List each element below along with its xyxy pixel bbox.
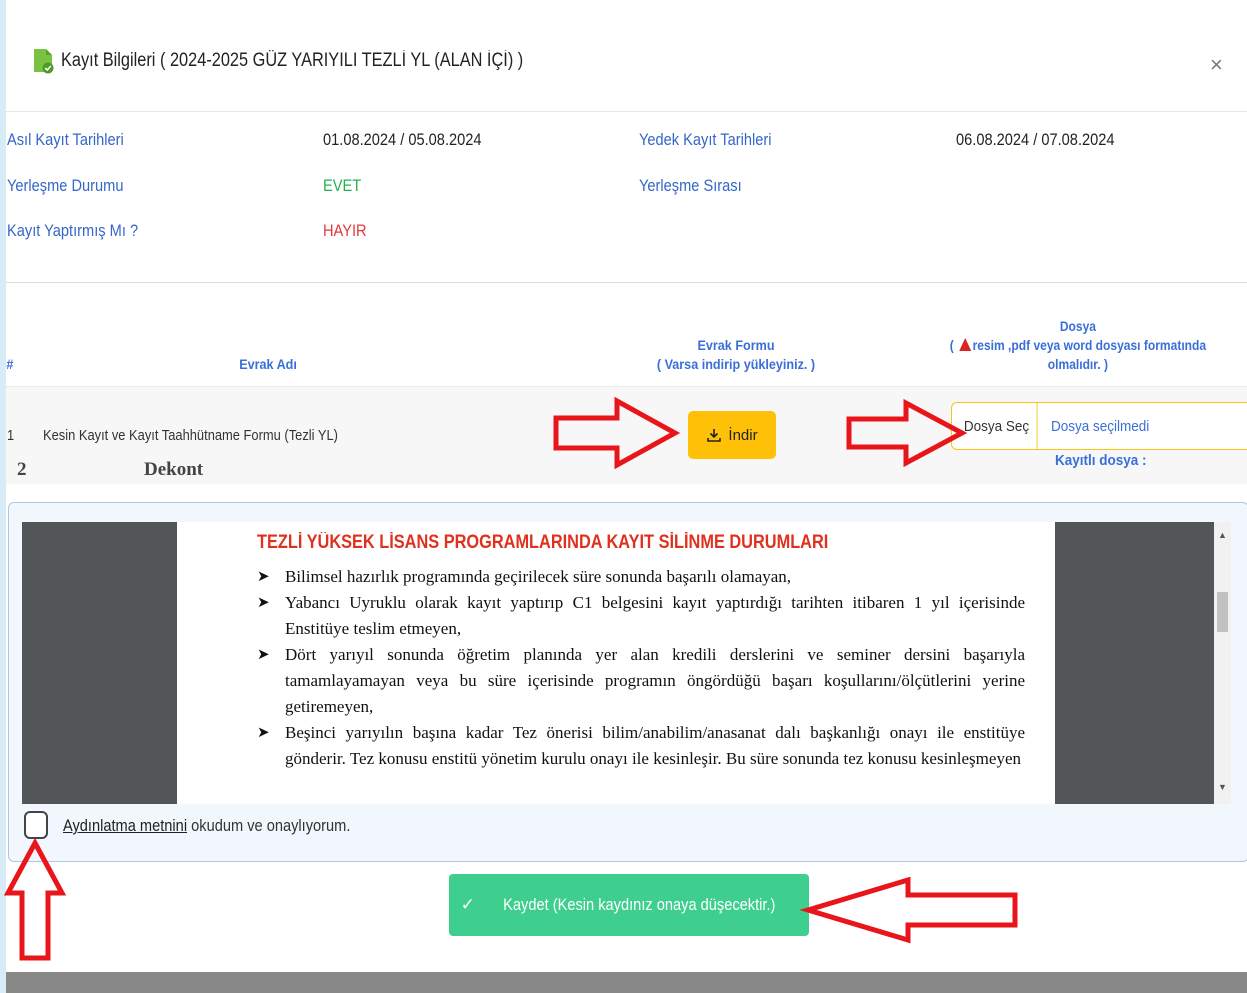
asil-kayit-label: Asıl Kayıt Tarihleri [7,130,124,149]
document-viewer[interactable]: TEZLİ YÜKSEK LİSANS PROGRAMLARINDA KAYIT… [22,522,1231,804]
scrollbar-thumb[interactable] [1217,592,1228,632]
col-header-evrak-adi: Evrak Adı [239,356,297,372]
kayit-yaptirmis-value: HAYIR [323,221,367,240]
close-icon[interactable]: × [1210,52,1223,78]
paren-open: ( [949,337,954,353]
row-1-name: Kesin Kayıt ve Kayıt Taahhütname Formu (… [43,427,338,444]
scroll-up-icon[interactable]: ▲ [1218,530,1227,540]
document-item: ➤ Beşinci yarıyılın başına kadar Tez öner… [257,720,1025,772]
yerlesme-durumu-label: Yerleşme Durumu [7,176,124,195]
file-name-display: Dosya seçilmedi [1051,417,1150,435]
download-button[interactable]: İndir [688,411,776,459]
format-hint-text: resim ,pdf veya word dosyası formatında [972,337,1207,353]
scroll-down-icon[interactable]: ▼ [1218,782,1227,792]
document-scrollbar[interactable]: ▲ ▼ [1214,522,1231,804]
modal-title: Kayıt Bilgileri ( 2024-2025 GÜZ YARIYILI… [61,50,524,71]
bullet-arrow-icon: ➤ [257,725,270,741]
col-header-evrak-formu-hint: ( Varsa indirip yükleyiniz. ) [656,356,816,372]
col-header-dosya-title: Dosya [1059,318,1096,334]
file-check-icon [34,49,54,74]
col-header-dosya: Dosya ( resim ,pdf veya word dosyası for… [936,317,1220,374]
row-1-no: 1 [7,427,15,444]
yerlesme-sirasi-label: Yerleşme Sırası [639,176,742,195]
document-title: TEZLİ YÜKSEK LİSANS PROGRAMLARINDA KAYIT… [257,532,829,553]
consent-checkbox[interactable] [24,811,48,839]
choose-file-button[interactable]: Dosya Seç [957,403,1038,449]
col-header-dosya-hint: ( resim ,pdf veya word dosyası formatınd… [936,336,1220,355]
document-item: ➤ Dört yarıyıl sonunda öğretim planında y… [257,642,1025,720]
yerlesme-durumu-value: EVET [323,176,362,195]
modal-header: Kayıt Bilgileri ( 2024-2025 GÜZ YARIYILI… [6,0,1247,112]
col-header-evrak-formu: Evrak Formu ( Varsa indirip yükleyiniz. … [637,336,835,374]
document-item-text: Dört yarıyıl sonunda öğretim planında ye… [285,645,1025,716]
consent-label: Aydınlatma metnini okudum ve onaylıyorum… [63,816,350,836]
consent-link[interactable]: Aydınlatma metnini [63,816,187,835]
kayit-yaptirmis-label: Kayıt Yaptırmış Mı ? [7,221,139,240]
download-icon [707,429,722,442]
row-2-no: 2 [17,459,27,480]
document-item-text: Bilimsel hazırlık programında geçirilece… [285,567,792,586]
warning-icon [958,338,971,351]
save-button[interactable]: ✓ Kaydet (Kesin kaydınız onaya düşecekti… [449,874,809,936]
document-item: ➤ Yabancı Uyruklu olarak kayıt yaptırıp C… [257,590,1025,642]
file-input[interactable]: Dosya Seç Dosya seçilmedi [951,402,1247,450]
registered-file-label: Kayıtlı dosya : [1055,452,1147,469]
yedek-kayit-label: Yedek Kayıt Tarihleri [639,130,772,149]
download-label: İndir [728,426,758,444]
document-item-text: Yabancı Uyruklu olarak kayıt yaptırıp C1… [285,593,1025,638]
bullet-arrow-icon: ➤ [257,569,270,585]
divider [6,282,1247,283]
check-icon: ✓ [460,895,475,914]
consent-text: okudum ve onaylıyorum. [187,816,351,835]
document-page: TEZLİ YÜKSEK LİSANS PROGRAMLARINDA KAYIT… [177,522,1055,804]
asil-kayit-value: 01.08.2024 / 05.08.2024 [323,130,482,149]
registration-modal: Kayıt Bilgileri ( 2024-2025 GÜZ YARIYILI… [6,0,1247,993]
bullet-arrow-icon: ➤ [257,595,270,611]
document-item: ➤ Bilimsel hazırlık programında geçirilec… [257,564,1025,590]
save-button-label: Kaydet (Kesin kaydınız onaya düşecektir.… [503,895,776,914]
bullet-arrow-icon: ➤ [257,647,270,663]
document-item-text: Beşinci yarıyılın başına kadar Tez öneri… [285,723,1025,768]
yedek-kayit-value: 06.08.2024 / 07.08.2024 [956,130,1115,149]
row-2-name: Dekont [144,459,204,480]
col-header-dosya-hint-end: olmalıdır. ) [1047,356,1108,372]
modal-footer-bar [6,972,1247,993]
col-header-evrak-formu-title: Evrak Formu [697,337,775,353]
col-header-no: # [6,356,14,372]
